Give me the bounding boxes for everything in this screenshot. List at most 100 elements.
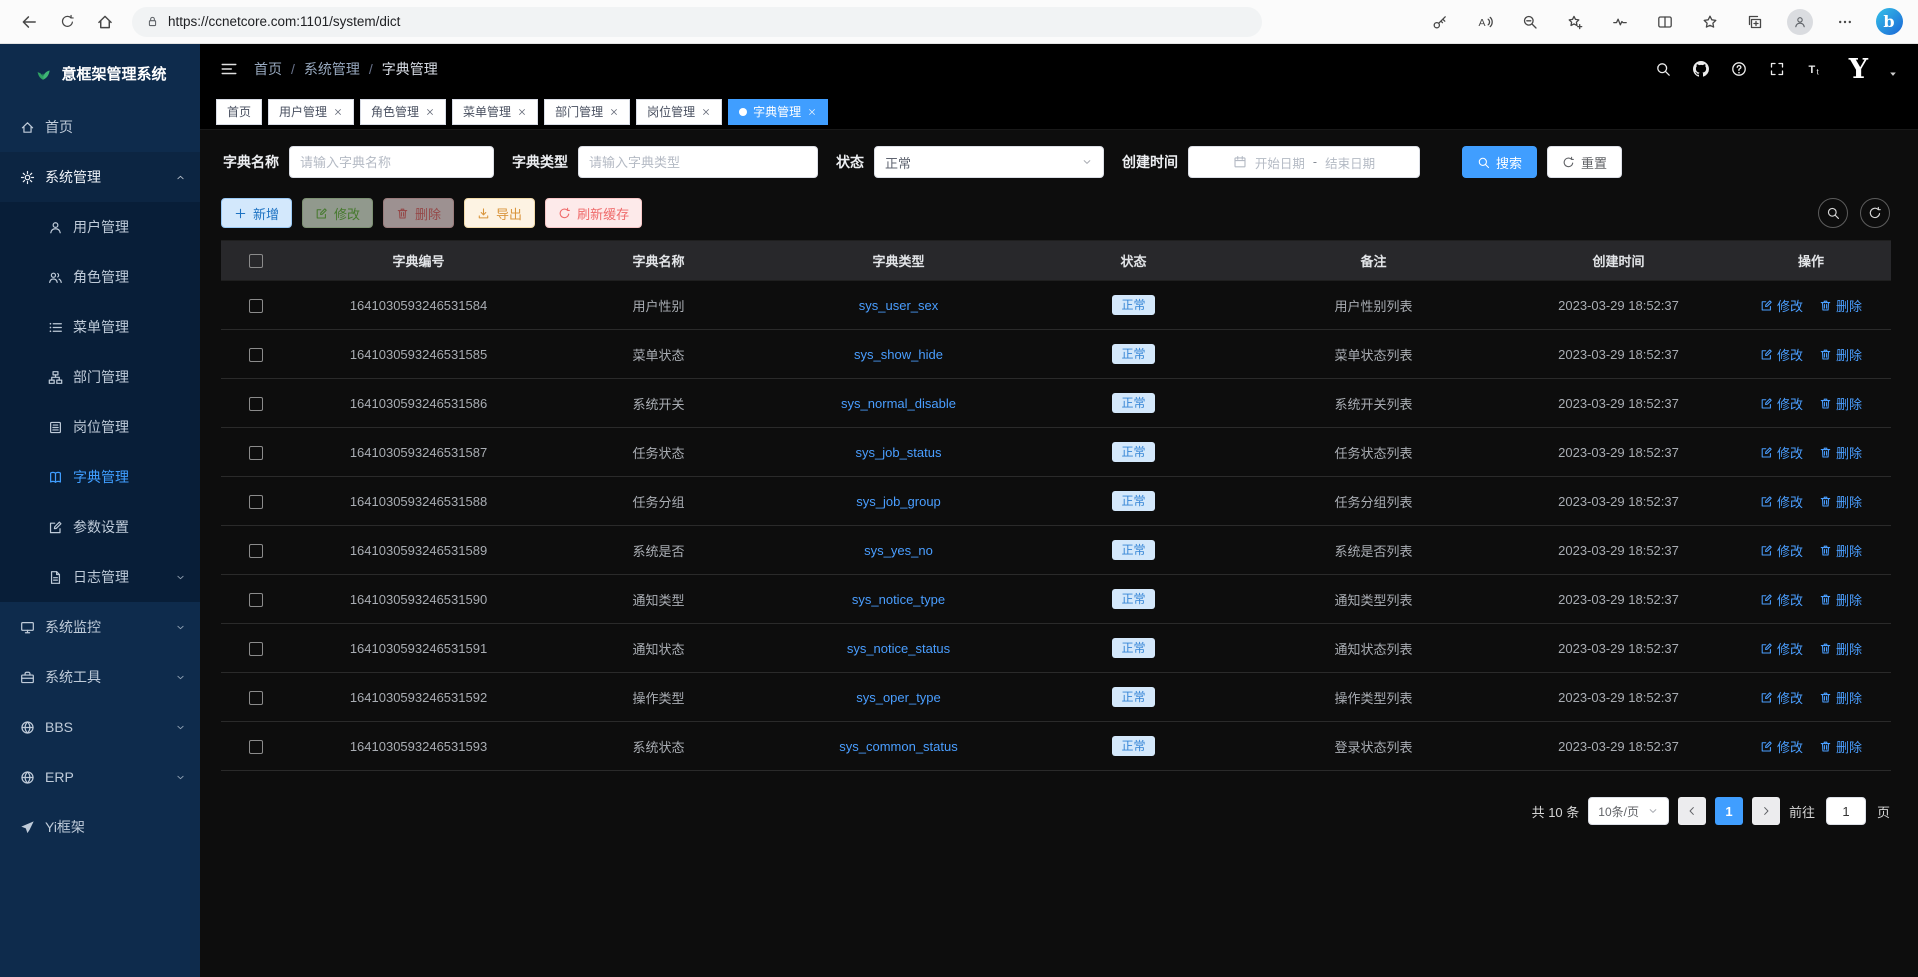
edit-button[interactable]: 修改 xyxy=(302,198,373,228)
row-checkbox[interactable] xyxy=(249,740,263,754)
dict-type-link[interactable]: sys_notice_type xyxy=(852,592,945,607)
table-row[interactable]: 1641030593246531593系统状态sys_common_status… xyxy=(221,722,1891,771)
expand-button[interactable] xyxy=(1769,61,1785,77)
sidebar-item-yi[interactable]: Yi框架 xyxy=(0,802,200,852)
row-edit-button[interactable]: 修改 xyxy=(1760,345,1803,364)
sidebar-item-log[interactable]: 日志管理 xyxy=(0,552,200,602)
bing-chat-button[interactable]: b xyxy=(1872,6,1906,38)
refresh-cache-button[interactable]: 刷新缓存 xyxy=(545,198,642,228)
row-edit-button[interactable]: 修改 xyxy=(1760,688,1803,707)
tab-user[interactable]: 用户管理 xyxy=(268,99,354,125)
tab-role[interactable]: 角色管理 xyxy=(360,99,446,125)
dict-type-link[interactable]: sys_normal_disable xyxy=(841,396,956,411)
question-button[interactable] xyxy=(1731,61,1747,77)
search-button[interactable] xyxy=(1655,61,1671,77)
dict-type-link[interactable]: sys_user_sex xyxy=(859,298,938,313)
tab-dept[interactable]: 部门管理 xyxy=(544,99,630,125)
zoom-out-button[interactable] xyxy=(1515,6,1545,38)
row-delete-button[interactable]: 删除 xyxy=(1819,443,1862,462)
sidebar-item-bbs[interactable]: BBS xyxy=(0,702,200,752)
key-button[interactable] xyxy=(1425,6,1455,38)
row-checkbox[interactable] xyxy=(249,348,263,362)
row-delete-button[interactable]: 删除 xyxy=(1819,345,1862,364)
current-page-button[interactable]: 1 xyxy=(1715,797,1743,825)
sidebar-item-tools[interactable]: 系统工具 xyxy=(0,652,200,702)
table-row[interactable]: 1641030593246531591通知状态sys_notice_status… xyxy=(221,624,1891,673)
goto-page-input[interactable] xyxy=(1826,797,1866,825)
tab-menu[interactable]: 菜单管理 xyxy=(452,99,538,125)
address-bar[interactable]: https://ccnetcore.com:1101/system/dict xyxy=(132,7,1262,37)
breadcrumb-item[interactable]: 系统管理 xyxy=(304,59,360,79)
row-edit-button[interactable]: 修改 xyxy=(1760,394,1803,413)
row-checkbox[interactable] xyxy=(249,446,263,460)
tab-close-icon[interactable] xyxy=(333,107,343,117)
next-page-button[interactable] xyxy=(1752,797,1780,825)
row-checkbox[interactable] xyxy=(249,495,263,509)
table-row[interactable]: 1641030593246531588任务分组sys_job_group正常任务… xyxy=(221,477,1891,526)
row-delete-button[interactable]: 删除 xyxy=(1819,492,1862,511)
sidebar-item-system[interactable]: 系统管理 xyxy=(0,152,200,202)
row-checkbox[interactable] xyxy=(249,593,263,607)
row-checkbox[interactable] xyxy=(249,299,263,313)
tab-close-icon[interactable] xyxy=(425,107,435,117)
refresh-table-button[interactable] xyxy=(1860,198,1890,228)
status-select[interactable]: 正常 xyxy=(874,146,1104,178)
dict-type-link[interactable]: sys_job_group xyxy=(856,494,941,509)
row-edit-button[interactable]: 修改 xyxy=(1760,590,1803,609)
toggle-search-button[interactable] xyxy=(1818,198,1848,228)
profile-button[interactable] xyxy=(1785,6,1815,38)
dict-name-input[interactable] xyxy=(289,146,494,178)
breadcrumb-item[interactable]: 首页 xyxy=(254,59,282,79)
row-delete-button[interactable]: 删除 xyxy=(1819,296,1862,315)
dict-type-input[interactable] xyxy=(578,146,818,178)
table-row[interactable]: 1641030593246531587任务状态sys_job_status正常任… xyxy=(221,428,1891,477)
collections-button[interactable] xyxy=(1740,6,1770,38)
sidebar-item-erp[interactable]: ERP xyxy=(0,752,200,802)
table-row[interactable]: 1641030593246531584用户性别sys_user_sex正常用户性… xyxy=(221,281,1891,330)
header-logo[interactable]: Y xyxy=(1849,56,1868,83)
sidebar-toggle-button[interactable] xyxy=(220,60,238,78)
dots-button[interactable] xyxy=(1830,6,1860,38)
row-delete-button[interactable]: 删除 xyxy=(1819,639,1862,658)
read-aloud-button[interactable]: A xyxy=(1470,6,1500,38)
sidebar-item-post[interactable]: 岗位管理 xyxy=(0,402,200,452)
tab-home[interactable]: 首页 xyxy=(216,99,262,125)
row-edit-button[interactable]: 修改 xyxy=(1760,443,1803,462)
row-edit-button[interactable]: 修改 xyxy=(1760,541,1803,560)
table-row[interactable]: 1641030593246531589系统是否sys_yes_no正常系统是否列… xyxy=(221,526,1891,575)
sidebar-item-menu[interactable]: 菜单管理 xyxy=(0,302,200,352)
tab-post[interactable]: 岗位管理 xyxy=(636,99,722,125)
row-checkbox[interactable] xyxy=(249,544,263,558)
dict-type-link[interactable]: sys_oper_type xyxy=(856,690,941,705)
split-screen-button[interactable] xyxy=(1650,6,1680,38)
browser-refresh-button[interactable] xyxy=(50,6,84,38)
row-edit-button[interactable]: 修改 xyxy=(1760,737,1803,756)
tab-close-icon[interactable] xyxy=(517,107,527,117)
sidebar-item-config[interactable]: 参数设置 xyxy=(0,502,200,552)
date-range-picker[interactable]: 开始日期 - 结束日期 xyxy=(1188,146,1420,178)
bing-icon[interactable]: b xyxy=(1876,8,1903,35)
sidebar-item-dict[interactable]: 字典管理 xyxy=(0,452,200,502)
delete-button[interactable]: 删除 xyxy=(383,198,454,228)
search-button[interactable]: 搜索 xyxy=(1462,146,1537,178)
browser-back-button[interactable] xyxy=(12,6,46,38)
header-logo-caret-icon[interactable] xyxy=(1888,69,1898,79)
row-delete-button[interactable]: 删除 xyxy=(1819,688,1862,707)
row-checkbox[interactable] xyxy=(249,642,263,656)
reset-button[interactable]: 重置 xyxy=(1547,146,1622,178)
sidebar-item-home[interactable]: 首页 xyxy=(0,102,200,152)
row-delete-button[interactable]: 删除 xyxy=(1819,737,1862,756)
sidebar-item-role[interactable]: 角色管理 xyxy=(0,252,200,302)
pulse-button[interactable] xyxy=(1605,6,1635,38)
tab-dict[interactable]: 字典管理 xyxy=(728,99,828,125)
dict-type-link[interactable]: sys_show_hide xyxy=(854,347,943,362)
table-row[interactable]: 1641030593246531585菜单状态sys_show_hide正常菜单… xyxy=(221,330,1891,379)
row-delete-button[interactable]: 删除 xyxy=(1819,394,1862,413)
row-edit-button[interactable]: 修改 xyxy=(1760,639,1803,658)
row-delete-button[interactable]: 删除 xyxy=(1819,541,1862,560)
table-row[interactable]: 1641030593246531586系统开关sys_normal_disabl… xyxy=(221,379,1891,428)
table-row[interactable]: 1641030593246531592操作类型sys_oper_type正常操作… xyxy=(221,673,1891,722)
tab-close-icon[interactable] xyxy=(609,107,619,117)
star-button[interactable] xyxy=(1695,6,1725,38)
tab-close-icon[interactable] xyxy=(807,107,817,117)
